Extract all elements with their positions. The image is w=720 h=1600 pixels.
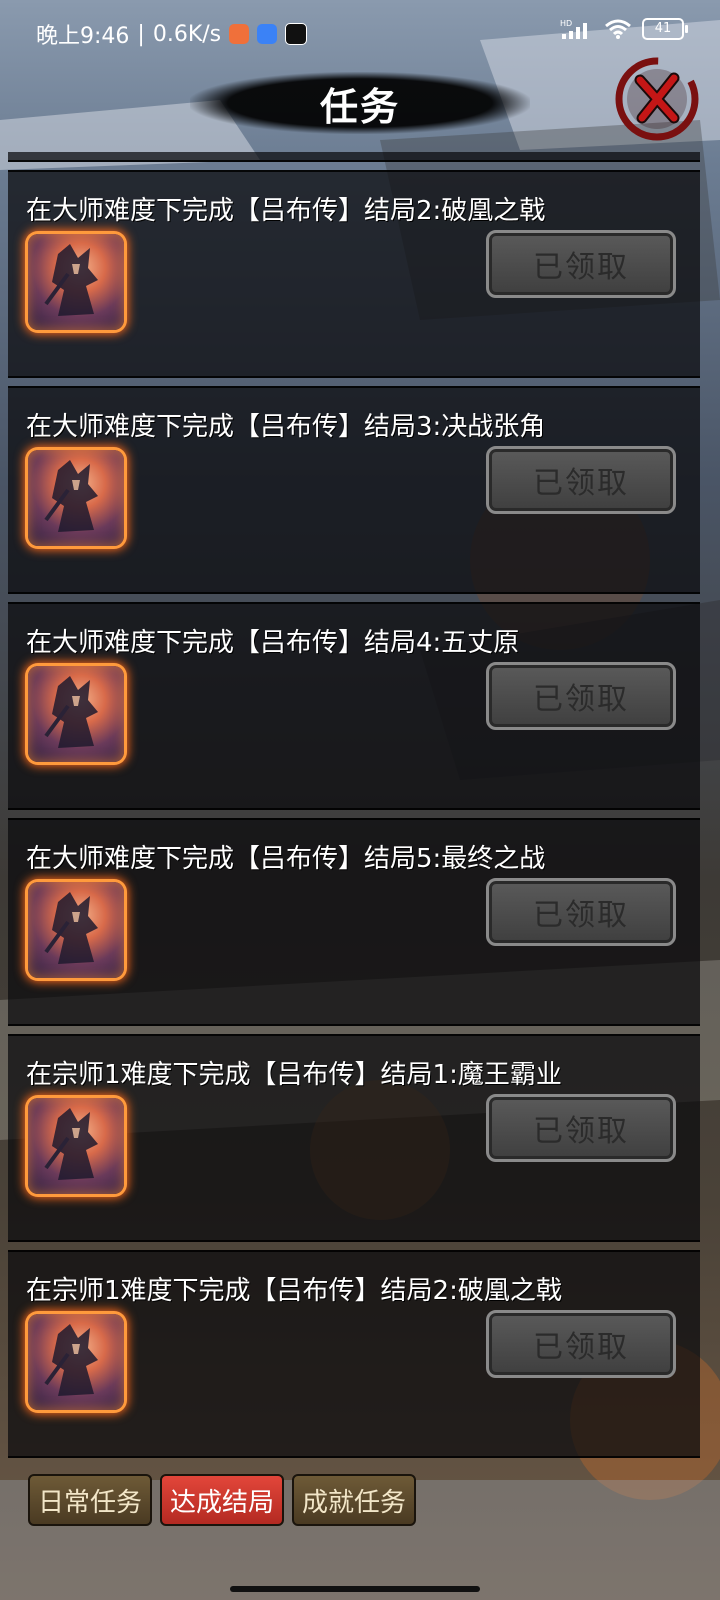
task-item: 在大师难度下完成【吕布传】结局5:最终之战已领取	[8, 818, 700, 1026]
tab-endings[interactable]: 达成结局	[160, 1474, 284, 1526]
clock: 晚上9:46	[36, 24, 130, 49]
hd-label: HD	[560, 19, 572, 28]
reward-character-icon	[28, 234, 124, 330]
task-title: 在宗师1难度下完成【吕布传】结局1:魔王霸业	[26, 1060, 562, 1090]
task-list[interactable]: 在大师难度下完成【吕布传】结局1:魔王霸业已领取在大师难度下完成【吕布传】结局2…	[8, 152, 700, 1478]
tab-achievements[interactable]: 成就任务	[292, 1474, 416, 1526]
tab-daily-tasks[interactable]: 日常任务	[28, 1474, 152, 1526]
task-item: 在大师难度下完成【吕布传】结局2:破凰之戟已领取	[8, 170, 700, 378]
task-item: 在宗师1难度下完成【吕布传】结局2:破凰之戟已领取	[8, 1250, 700, 1458]
claimed-button[interactable]: 已领取	[486, 878, 676, 946]
network-speed: 0.6K/s	[152, 21, 222, 47]
status-right: HD 41	[560, 18, 688, 40]
signal-icon: HD	[560, 19, 587, 39]
task-title: 在大师难度下完成【吕布传】结局3:决战张角	[26, 412, 546, 442]
task-title: 在大师难度下完成【吕布传】结局2:破凰之戟	[26, 196, 546, 226]
status-separator: |	[137, 21, 145, 47]
reward-character-icon	[28, 1314, 124, 1410]
close-icon	[615, 57, 699, 141]
task-item: 在大师难度下完成【吕布传】结局4:五丈原已领取	[8, 602, 700, 810]
close-button[interactable]	[614, 56, 700, 142]
battery-icon: 41	[642, 18, 688, 40]
reward-character-icon	[28, 450, 124, 546]
home-indicator[interactable]	[230, 1586, 480, 1592]
claimed-button[interactable]: 已领取	[486, 1310, 676, 1378]
task-title: 在大师难度下完成【吕布传】结局4:五丈原	[26, 628, 520, 658]
task-item: 在大师难度下完成【吕布传】结局1:魔王霸业已领取	[8, 152, 700, 162]
task-list-inner: 在大师难度下完成【吕布传】结局1:魔王霸业已领取在大师难度下完成【吕布传】结局2…	[8, 152, 700, 1466]
reward-character-icon	[28, 1098, 124, 1194]
claimed-button[interactable]: 已领取	[486, 230, 676, 298]
claimed-button[interactable]: 已领取	[486, 662, 676, 730]
status-bar: 晚上9:46 | 0.6K/s HD 41	[0, 0, 720, 62]
notification-app-icon	[257, 24, 278, 44]
claimed-button[interactable]: 已领取	[486, 1094, 676, 1162]
tab-bar: 日常任务 达成结局 成就任务	[0, 1470, 720, 1550]
wifi-icon	[605, 19, 631, 39]
claimed-button[interactable]: 已领取	[486, 446, 676, 514]
tiktok-icon	[285, 23, 308, 45]
task-item: 在大师难度下完成【吕布传】结局3:决战张角已领取	[8, 386, 700, 594]
status-left: 晚上9:46 | 0.6K/s	[36, 18, 308, 50]
notification-app-icon	[229, 24, 250, 44]
reward-character-icon	[28, 882, 124, 978]
reward-character-icon	[28, 666, 124, 762]
task-title: 在宗师1难度下完成【吕布传】结局2:破凰之戟	[26, 1276, 562, 1306]
page-title: 任务	[190, 72, 530, 134]
task-item: 在宗师1难度下完成【吕布传】结局1:魔王霸业已领取	[8, 1034, 700, 1242]
task-title: 在大师难度下完成【吕布传】结局5:最终之战	[26, 844, 546, 874]
